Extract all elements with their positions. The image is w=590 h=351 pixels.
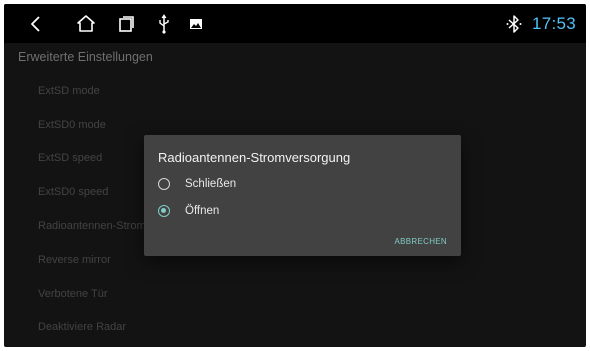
image-icon [190,19,202,29]
home-icon[interactable] [74,12,98,36]
cancel-button[interactable]: ABBRECHEN [395,237,448,246]
option-label: Schließen [185,178,237,190]
back-icon[interactable] [24,12,48,36]
clock: 17:53 [531,13,576,33]
device-screen: 17:53 Erweiterte Einstellungen ExtSD mod… [4,4,586,347]
bluetooth-icon [506,14,522,33]
dialog-title: Radioantennen-Stromversorgung [158,150,351,165]
radio-unchecked-icon[interactable] [158,178,170,190]
option-oeffnen[interactable]: Öffnen [158,201,219,221]
radio-checked-icon[interactable] [158,205,170,217]
option-schliessen[interactable]: Schließen [158,174,236,194]
option-label: Öffnen [185,205,220,217]
radio-antenna-dialog: Radioantennen-Stromversorgung Schließen … [144,135,461,256]
usb-icon [159,14,169,34]
status-bar: 17:53 [4,4,586,43]
recents-icon[interactable] [114,12,138,36]
